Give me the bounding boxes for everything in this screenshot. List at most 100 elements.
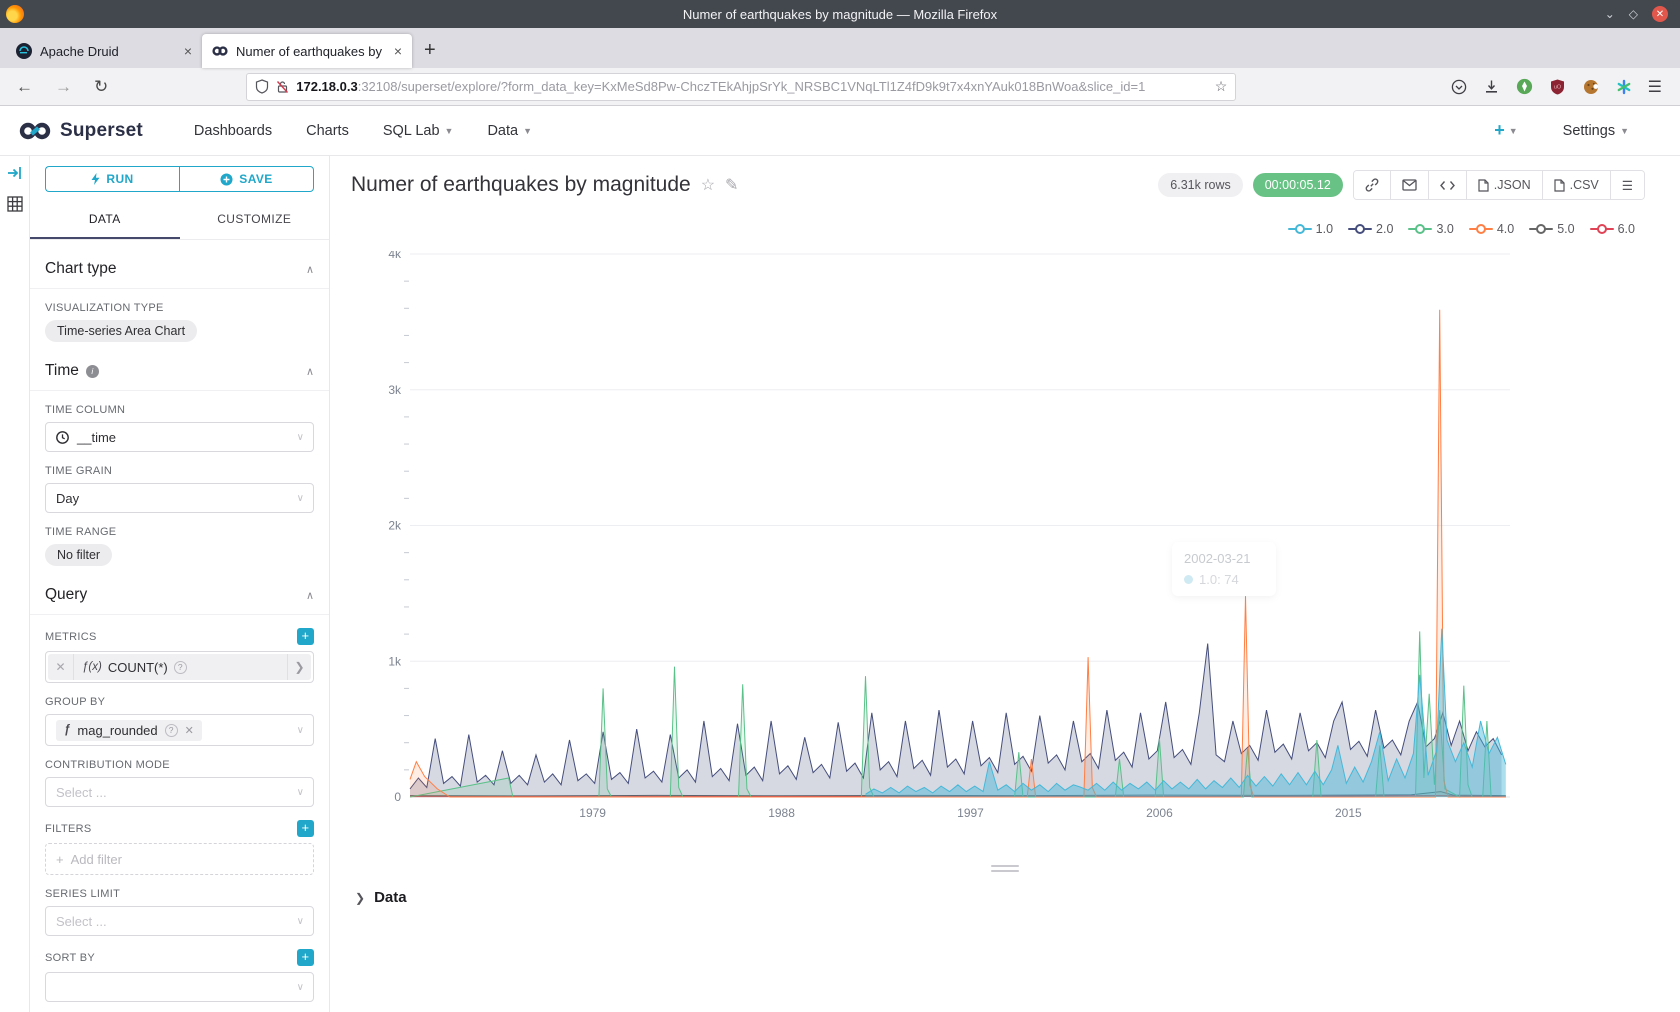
cookie-icon[interactable]: [1582, 78, 1600, 96]
nav-charts[interactable]: Charts: [306, 123, 349, 139]
favorite-star-icon[interactable]: ☆: [701, 175, 715, 195]
legend-item[interactable]: 1.0: [1288, 222, 1333, 236]
bookmark-star-icon[interactable]: ☆: [1215, 78, 1228, 95]
privacy-badger-icon[interactable]: [1516, 78, 1534, 96]
nav-dashboards[interactable]: Dashboards: [194, 123, 272, 139]
divider: [30, 390, 329, 391]
sort-by-select[interactable]: ∨: [45, 972, 314, 1002]
remove-metric-icon[interactable]: ✕: [48, 654, 74, 680]
export-csv-button[interactable]: .CSV: [1542, 171, 1610, 199]
metric-control[interactable]: ✕ ƒ(x) COUNT(*) ? ❯: [45, 651, 314, 683]
email-button[interactable]: [1390, 171, 1428, 199]
series-dot-icon: [1184, 575, 1193, 584]
legend-marker-icon: [1348, 224, 1372, 234]
group-by-select[interactable]: ƒ mag_rounded ? ✕ ∨: [45, 714, 314, 746]
edit-properties-icon[interactable]: ✎: [725, 175, 738, 195]
plus-icon: +: [56, 852, 64, 867]
add-metric-button[interactable]: +: [297, 628, 314, 645]
remove-tag-icon[interactable]: ✕: [185, 724, 194, 737]
timeseries-area-chart[interactable]: 01k2k3k4k19791988199720062015: [385, 251, 1525, 831]
pocket-icon[interactable]: [1450, 78, 1468, 96]
window-minimize-icon[interactable]: ⌄: [1605, 8, 1615, 20]
settings-menu[interactable]: Settings▼: [1563, 123, 1629, 139]
legend-item[interactable]: 6.0: [1590, 222, 1635, 236]
legend-item[interactable]: 4.0: [1469, 222, 1514, 236]
browser-menu-icon[interactable]: ☰: [1648, 77, 1662, 97]
explore-control-panel: RUN SAVE DATA CUSTOMIZE Chart type ∧ VIS…: [30, 156, 330, 1012]
time-grain-select[interactable]: Day ∨: [45, 483, 314, 513]
new-item-button[interactable]: +▼: [1494, 120, 1517, 141]
chevron-down-icon: ∨: [297, 916, 304, 927]
tooltip-date: 2002-03-21: [1184, 551, 1264, 566]
tab-customize[interactable]: CUSTOMIZE: [180, 202, 330, 239]
more-options-button[interactable]: ☰: [1610, 171, 1644, 199]
group-by-tag[interactable]: ƒ mag_rounded ? ✕: [56, 720, 202, 741]
tooltip-value: 1.0: 74: [1199, 572, 1239, 587]
info-icon: i: [86, 365, 99, 378]
legend-marker-icon: [1469, 224, 1493, 234]
tab-close-icon[interactable]: ×: [184, 43, 192, 59]
copy-link-button[interactable]: [1354, 171, 1390, 199]
download-icon[interactable]: [1483, 78, 1501, 96]
save-button[interactable]: SAVE: [179, 166, 314, 192]
datasource-grid-icon[interactable]: [7, 196, 23, 212]
chevron-down-icon: ∨: [297, 787, 304, 798]
section-query[interactable]: Query ∧: [45, 586, 314, 604]
tab-apache-druid[interactable]: Apache Druid ×: [6, 34, 202, 68]
back-button[interactable]: ←: [8, 77, 41, 97]
embed-code-button[interactable]: [1428, 171, 1466, 199]
contribution-mode-select[interactable]: Select ... ∨: [45, 777, 314, 807]
tab-data[interactable]: DATA: [30, 202, 180, 239]
tab-label: Apache Druid: [40, 44, 176, 59]
series-limit-select[interactable]: Select ... ∨: [45, 906, 314, 936]
url-bar[interactable]: 172.18.0.3:32108/superset/explore/?form_…: [246, 73, 1236, 101]
legend-marker-icon: [1288, 224, 1312, 234]
link-icon: [1365, 178, 1379, 192]
time-grain-label: TIME GRAIN: [45, 465, 112, 477]
add-sort-by-button[interactable]: +: [297, 949, 314, 966]
window-close-icon[interactable]: ✕: [1652, 6, 1668, 22]
forward-button[interactable]: →: [47, 77, 80, 97]
add-filter-plus-button[interactable]: +: [297, 820, 314, 837]
browser-toolbar: ← → ↻ 172.18.0.3:32108/superset/explore/…: [0, 68, 1680, 106]
nav-data[interactable]: Data▼: [487, 123, 532, 139]
window-titlebar: Numer of earthquakes by magnitude — Mozi…: [0, 0, 1680, 28]
tab-bar: Apache Druid × Numer of earthquakes by m…: [0, 28, 1680, 68]
tab-label: Numer of earthquakes by m: [236, 44, 386, 59]
druid-icon: [16, 43, 32, 59]
question-icon: ?: [174, 661, 187, 674]
extension-asterisk-icon[interactable]: [1615, 78, 1633, 96]
svg-text:1988: 1988: [768, 806, 795, 820]
plus-circle-icon: [220, 173, 233, 186]
add-filter-box[interactable]: + Add filter: [45, 843, 314, 875]
section-chart-type[interactable]: Chart type ∧: [45, 260, 314, 278]
new-tab-button[interactable]: +: [412, 39, 448, 68]
time-column-select[interactable]: __time ∨: [45, 422, 314, 452]
tracking-shield-icon[interactable]: [255, 79, 269, 94]
run-button[interactable]: RUN: [45, 166, 179, 192]
superset-logo[interactable]: Superset: [18, 120, 143, 142]
tab-close-icon[interactable]: ×: [394, 43, 402, 59]
chevron-right-icon[interactable]: ❯: [287, 654, 311, 680]
data-panel-toggle[interactable]: ❯ Data: [355, 889, 407, 906]
legend-item[interactable]: 2.0: [1348, 222, 1393, 236]
reload-button[interactable]: ↻: [86, 77, 116, 97]
time-range-pill[interactable]: No filter: [45, 544, 112, 566]
chevron-up-icon: ∧: [306, 589, 314, 602]
collapse-panel-icon[interactable]: [7, 166, 23, 180]
viz-type-pill[interactable]: Time-series Area Chart: [45, 320, 197, 342]
chart-title: Numer of earthquakes by magnitude: [351, 173, 691, 197]
legend-item[interactable]: 5.0: [1529, 222, 1574, 236]
nav-sql-lab[interactable]: SQL Lab▼: [383, 123, 454, 139]
legend-item[interactable]: 3.0: [1408, 222, 1453, 236]
filters-label: FILTERS: [45, 823, 92, 835]
window-maximize-icon[interactable]: ◇: [1629, 8, 1638, 20]
section-time[interactable]: Timei ∧: [45, 362, 314, 380]
question-icon: ?: [165, 724, 178, 737]
resize-handle[interactable]: [991, 865, 1019, 872]
ublock-icon[interactable]: uO: [1549, 78, 1567, 96]
svg-text:1997: 1997: [957, 806, 984, 820]
insecure-lock-icon[interactable]: [276, 80, 289, 94]
tab-superset-chart[interactable]: Numer of earthquakes by m ×: [202, 34, 412, 68]
export-json-button[interactable]: .JSON: [1466, 171, 1542, 199]
